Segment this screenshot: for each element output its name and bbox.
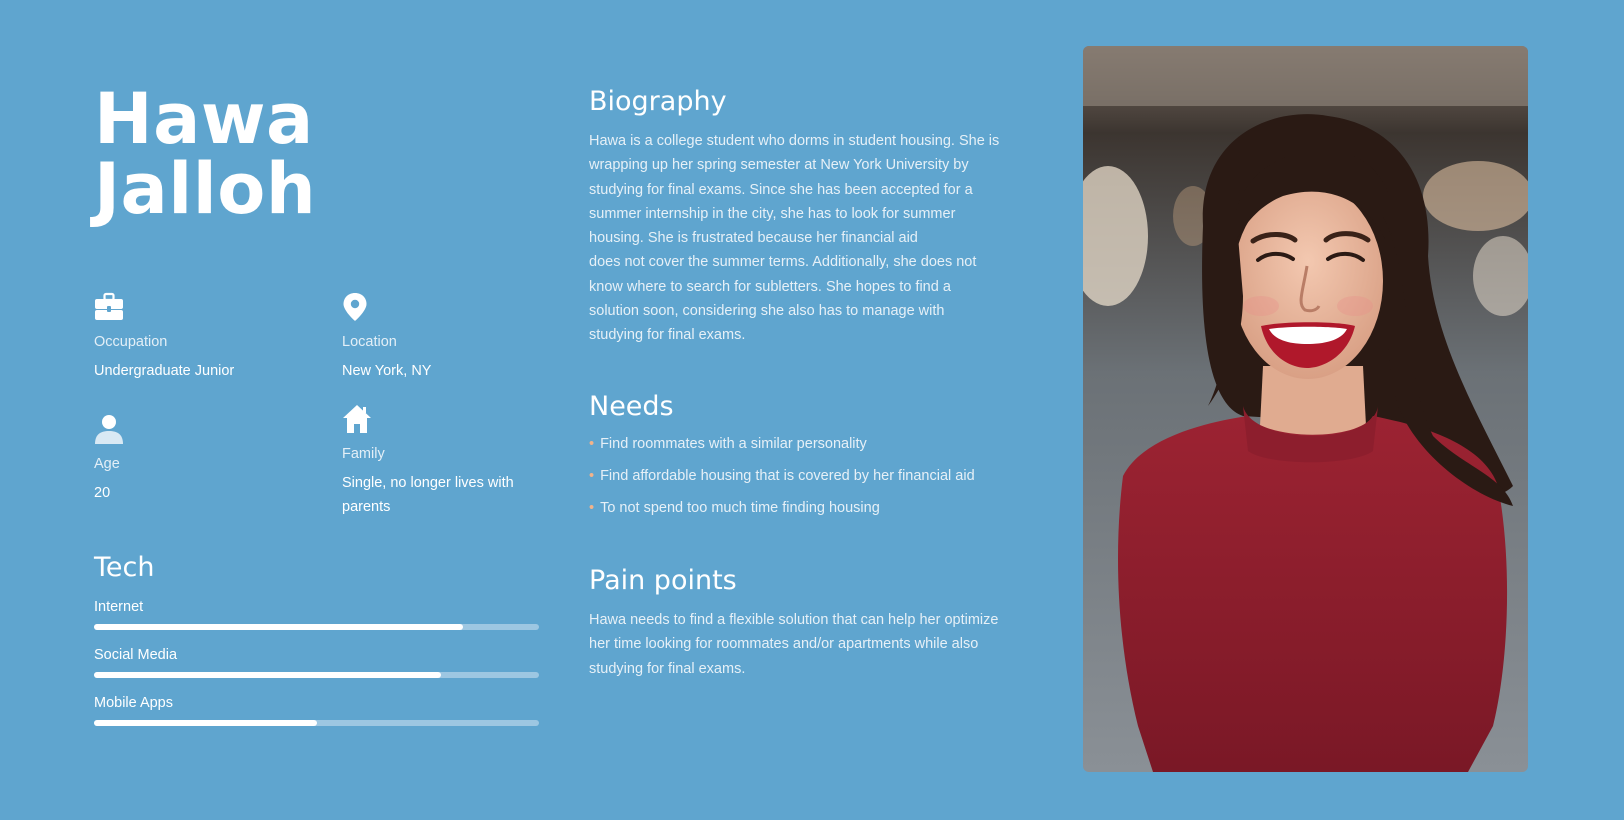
family-value: Single, no longer lives with parents [342,471,562,519]
portrait-illustration [1083,46,1528,772]
persona-photo [1083,46,1528,772]
needs-item: • Find roommates with a similar personali… [589,436,1049,452]
tech-label: Mobile Apps [94,695,173,711]
bullet-icon: • [589,500,595,516]
map-pin-icon [343,293,367,321]
tech-item-social-media: Social Media [94,647,539,678]
needs-title: Needs [589,391,674,422]
age-value: 20 [94,485,111,501]
bullet-icon: • [589,436,595,452]
family-value-line2: parents [342,499,391,515]
home-icon [343,405,371,433]
tech-bar [94,624,539,630]
pain-points-line: Hawa needs to find a flexible solution t… [589,612,999,628]
persona-name: Hawa Jalloh [94,84,316,224]
biography-line: know where to search for subletters. She… [589,278,951,295]
location-value: New York, NY [342,363,432,379]
tech-bar-fill [94,720,317,726]
biography-line: solution soon, considering she also has … [589,303,945,320]
needs-item-text: To not spend too much time finding housi… [600,500,880,516]
pain-points-line: her time looking for roommates and/or ap… [589,636,979,653]
needs-item-text: Find roommates with a similar personalit… [600,436,867,452]
tech-label: Social Media [94,647,178,663]
age-label: Age [94,456,120,472]
first-name: Hawa [94,78,314,160]
family-value-line1: Single, no longer lives with [342,475,514,491]
tech-item-internet: Internet [94,599,539,630]
tech-bar-fill [94,624,464,630]
occupation-label: Occupation [94,334,168,350]
occupation-value: Undergraduate Junior [94,363,235,379]
tech-bar [94,720,539,726]
needs-item: • To not spend too much time finding hous… [589,500,1049,516]
tech-bar [94,672,539,678]
biography-line: wrapping up her spring semester at New Y… [589,157,969,174]
bullet-icon: • [589,468,595,484]
last-name: Jalloh [94,148,317,230]
needs-item: • Find affordable housing that is covered… [589,468,1049,484]
needs-section: Needs • Find roommates with a similar per… [589,391,1049,532]
biography-line: studying for final exams. Since she has … [589,181,973,198]
tech-bar-fill [94,672,442,678]
tech-item-mobile-apps: Mobile Apps [94,695,539,726]
biography-line: summer internship in the city, she has t… [589,205,956,222]
biography-section: Biography Hawa is a college student who … [589,86,1049,348]
pain-points-line: studying for final exams. [589,660,746,677]
pain-points-text: Hawa needs to find a flexible solution t… [589,608,1049,681]
needs-item-text: Find affordable housing that is covered … [600,468,975,484]
location-block: Location New York, NY [342,292,562,383]
biography-line: Hawa is a college student who dorms in s… [589,133,1000,149]
biography-title: Biography [589,86,727,117]
biography-line: housing. She is frustrated because her f… [589,230,918,247]
occupation-block: Occupation Undergraduate Junior [94,292,314,383]
pain-points-section: Pain points Hawa needs to find a flexibl… [589,565,1049,681]
age-block: Age 20 [94,414,314,505]
tech-title: Tech [94,552,155,583]
family-label: Family [342,446,385,462]
person-icon [95,415,123,444]
pain-points-title: Pain points [589,565,737,596]
tech-label: Internet [94,599,144,615]
briefcase-icon [95,292,123,320]
needs-list: • Find roommates with a similar personali… [589,436,1049,516]
family-block: Family Single, no longer lives with pare… [342,404,562,519]
biography-text: Hawa is a college student who dorms in s… [589,129,1049,348]
biography-line: does not cover the summer terms. Additio… [589,254,977,271]
location-label: Location [342,334,397,350]
biography-line: studying for final exams. [589,327,746,344]
